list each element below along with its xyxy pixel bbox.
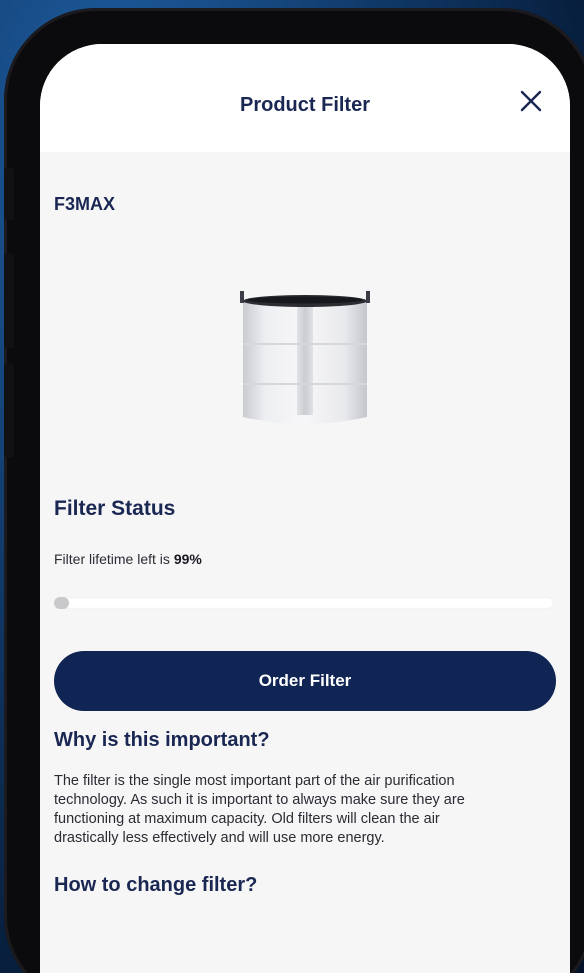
how-to-change-heading[interactable]: How to change filter?	[54, 874, 556, 897]
filter-lifetime-text: Filter lifetime left is 99%	[54, 551, 556, 567]
lifetime-prefix: Filter lifetime left is	[54, 551, 170, 567]
why-important-text: The filter is the single most important …	[54, 773, 465, 846]
lifetime-progress-fill	[54, 597, 69, 609]
content-area: F3MAX Filter Status Filter lifetime left…	[54, 152, 556, 897]
why-important-heading: Why is this important?	[54, 729, 270, 751]
header-bar: Product Filter	[40, 44, 570, 152]
phone-frame: Product Filter F3MAX Filter Status Filte…	[4, 8, 584, 973]
close-icon	[520, 90, 542, 112]
app-screen: Product Filter F3MAX Filter Status Filte…	[40, 44, 570, 973]
order-filter-button[interactable]: Order Filter	[54, 651, 556, 711]
mute-switch	[4, 168, 14, 220]
filter-status-heading: Filter Status	[54, 497, 176, 520]
filter-cylinder-image	[225, 289, 385, 439]
volume-down-button	[4, 363, 14, 458]
lifetime-progress-bar	[54, 597, 554, 609]
lifetime-value: 99%	[173, 551, 202, 567]
volume-up-button	[4, 253, 14, 348]
close-button[interactable]	[518, 88, 544, 114]
product-model: F3MAX	[54, 194, 116, 214]
page-title: Product Filter	[239, 94, 370, 116]
